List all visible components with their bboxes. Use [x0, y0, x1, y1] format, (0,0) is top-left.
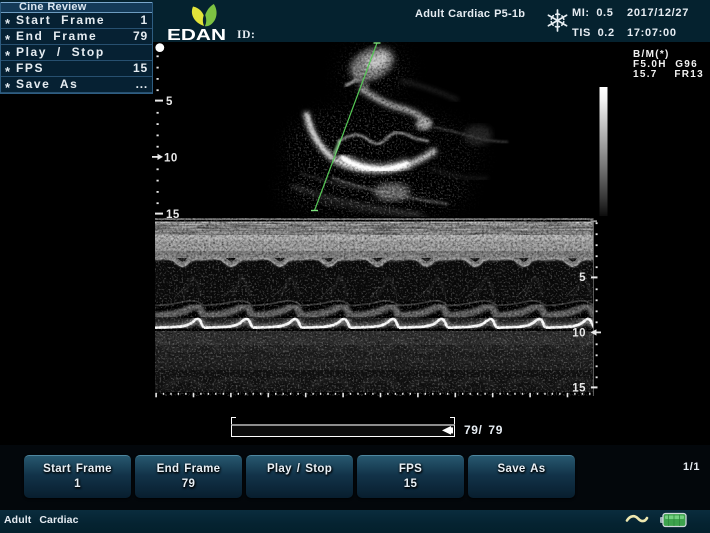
svg-text:FR13: FR13	[674, 69, 704, 80]
svg-text:10: 10	[164, 152, 178, 164]
svg-text:5: 5	[166, 96, 173, 108]
svg-text:5: 5	[579, 272, 586, 284]
svg-text:10: 10	[572, 327, 586, 339]
svg-text:15: 15	[572, 382, 586, 394]
svg-text:15: 15	[166, 209, 180, 221]
svg-text:15.7: 15.7	[633, 69, 658, 80]
